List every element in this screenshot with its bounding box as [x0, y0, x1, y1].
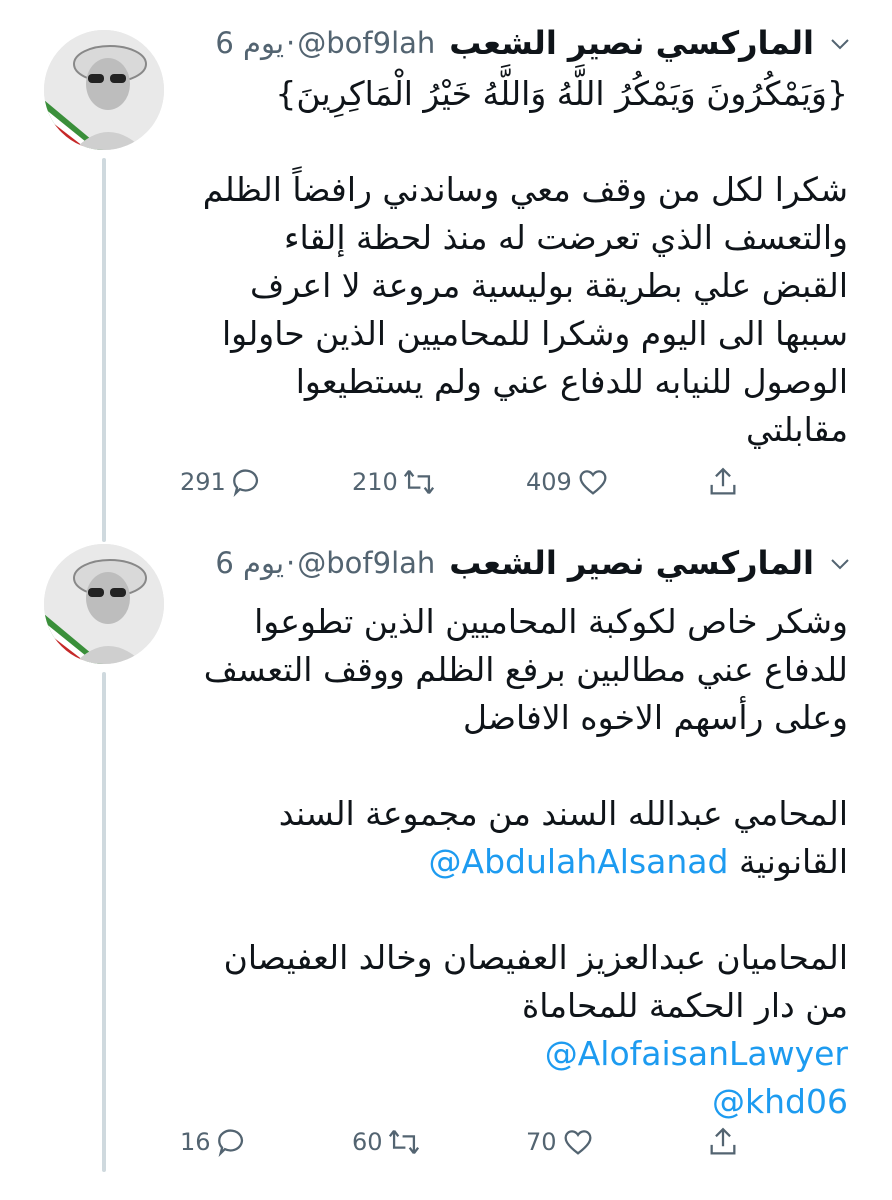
separator-dot: · — [286, 546, 296, 580]
tweet[interactable]: الماركسي نصير الشعب @bof9lah · 6 يوم {وَ… — [0, 0, 892, 528]
tweet-text: وشكر خاص لكوكبة المحاميين الذين تطوعوا ل… — [190, 598, 848, 1126]
like-icon — [579, 470, 607, 495]
avatar-image — [44, 30, 164, 150]
retweet-count: 60 — [352, 1128, 383, 1156]
share-button[interactable] — [706, 462, 740, 502]
mention-link[interactable]: @AlofaisanLawyer — [545, 1034, 848, 1073]
reply-count: 291 — [180, 468, 226, 496]
quote-line: {وَيَمْكُرُونَ وَيَمْكُرُ اللَّهُ وَاللَ… — [275, 74, 848, 113]
tweet-header: الماركسي نصير الشعب @bof9lah · 6 يوم — [190, 20, 814, 66]
mention-link[interactable]: @AbdulahAlsanad — [429, 842, 729, 881]
user-handle[interactable]: @bof9lah — [297, 26, 435, 60]
timestamp[interactable]: 6 يوم — [215, 546, 284, 580]
mention-link[interactable]: @khd06 — [712, 1082, 848, 1121]
like-button[interactable]: 70 — [526, 1122, 595, 1162]
paragraph: @AlofaisanLawyer — [190, 1030, 848, 1078]
paragraph: شكرا لكل من وقف معي وساندني رافضاً الظلم… — [202, 170, 848, 449]
thread-line — [102, 672, 106, 1172]
paragraph: @khd06 — [190, 1078, 848, 1126]
separator-dot: · — [286, 26, 296, 60]
retweet-button[interactable]: 60 — [352, 1122, 421, 1162]
caret-down-icon[interactable] — [828, 32, 852, 56]
tweet-text: {وَيَمْكُرُونَ وَيَمْكُرُ اللَّهُ وَاللَ… — [190, 70, 848, 454]
timestamp[interactable]: 6 يوم — [215, 26, 284, 60]
like-count: 70 — [526, 1128, 557, 1156]
action-bar: 291 210 409 — [170, 462, 760, 502]
share-button[interactable] — [706, 1122, 740, 1162]
paragraph: المحامي عبدالله السند من مجموعة السند ال… — [190, 790, 848, 886]
avatar-image — [44, 544, 164, 664]
reply-button[interactable]: 16 — [180, 1122, 249, 1162]
display-name[interactable]: الماركسي نصير الشعب — [449, 544, 814, 582]
avatar[interactable] — [44, 544, 164, 664]
reply-icon — [217, 1129, 243, 1158]
caret-down-icon[interactable] — [828, 552, 852, 576]
reply-button[interactable]: 291 — [180, 462, 264, 502]
reply-count: 16 — [180, 1128, 211, 1156]
tweet-header: الماركسي نصير الشعب @bof9lah · 6 يوم — [190, 540, 814, 586]
retweet-button[interactable]: 210 — [352, 462, 436, 502]
action-bar: 16 60 70 — [170, 1122, 760, 1162]
share-icon — [710, 1127, 736, 1155]
paragraph: المحاميان عبدالعزيز العفيصان وخالد العفي… — [223, 938, 848, 1025]
like-icon — [564, 1130, 592, 1155]
retweet-icon — [388, 1129, 419, 1155]
user-handle[interactable]: @bof9lah — [297, 546, 435, 580]
like-button[interactable]: 409 — [526, 462, 610, 502]
thread-line — [102, 158, 106, 528]
retweet-count: 210 — [352, 468, 398, 496]
retweet-icon — [403, 469, 434, 495]
thread-line — [102, 520, 106, 542]
avatar[interactable] — [44, 30, 164, 150]
reply-icon — [232, 469, 258, 498]
display-name[interactable]: الماركسي نصير الشعب — [449, 24, 814, 62]
tweet[interactable]: الماركسي نصير الشعب @bof9lah · 6 يوم وشك… — [0, 520, 892, 1200]
paragraph: وشكر خاص لكوكبة المحاميين الذين تطوعوا ل… — [203, 602, 848, 737]
share-icon — [710, 467, 736, 495]
like-count: 409 — [526, 468, 572, 496]
